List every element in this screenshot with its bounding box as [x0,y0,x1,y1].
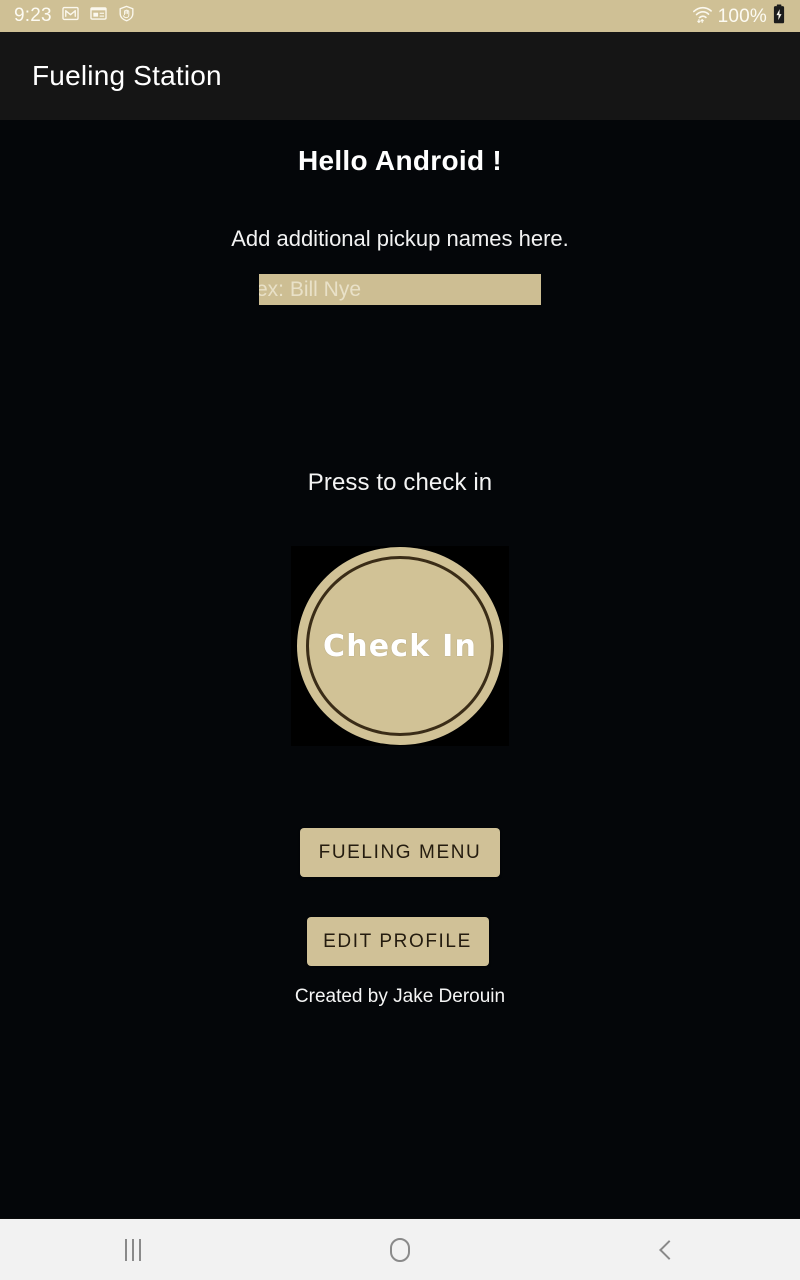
press-to-check-in-label: Press to check in [307,469,493,496]
system-navigation-bar [0,1218,800,1280]
app-screen: 9:23 100% Fueling Station Hello Android … [0,0,800,1280]
status-bar-left: 9:23 [14,4,136,28]
status-bar: 9:23 100% [0,0,800,32]
fueling-menu-button[interactable]: FUELING MENU [300,828,500,877]
battery-charging-icon [772,4,786,29]
back-button[interactable] [597,1219,737,1280]
back-chevron-icon [659,1239,680,1260]
status-bar-right: 100% [691,4,786,29]
home-button[interactable] [330,1219,470,1280]
recents-icon [125,1238,142,1261]
instruction-label: Add additional pickup names here. [231,226,569,251]
check-in-circle: Check In [297,547,503,745]
check-in-label: Check In [322,628,478,664]
main-content: Hello Android ! Add additional pickup na… [0,120,800,1218]
pickup-name-input[interactable] [259,274,541,305]
home-icon [389,1237,410,1262]
app-bar-title: Fueling Station [32,60,222,91]
check-in-button[interactable]: Check In [291,546,509,746]
gmail-icon [61,4,80,28]
wifi-icon [691,4,713,29]
edit-profile-button[interactable]: EDIT PROFILE [306,917,489,966]
shield-hand-icon [117,4,136,28]
app-bar: Fueling Station [0,32,800,120]
news-card-icon [89,4,108,28]
credit-label: Created by Jake Derouin [294,986,506,1007]
recents-button[interactable] [63,1219,203,1280]
status-clock: 9:23 [14,5,52,26]
greeting-heading: Hello Android ! [297,145,503,176]
battery-percent-label: 100% [717,5,767,27]
